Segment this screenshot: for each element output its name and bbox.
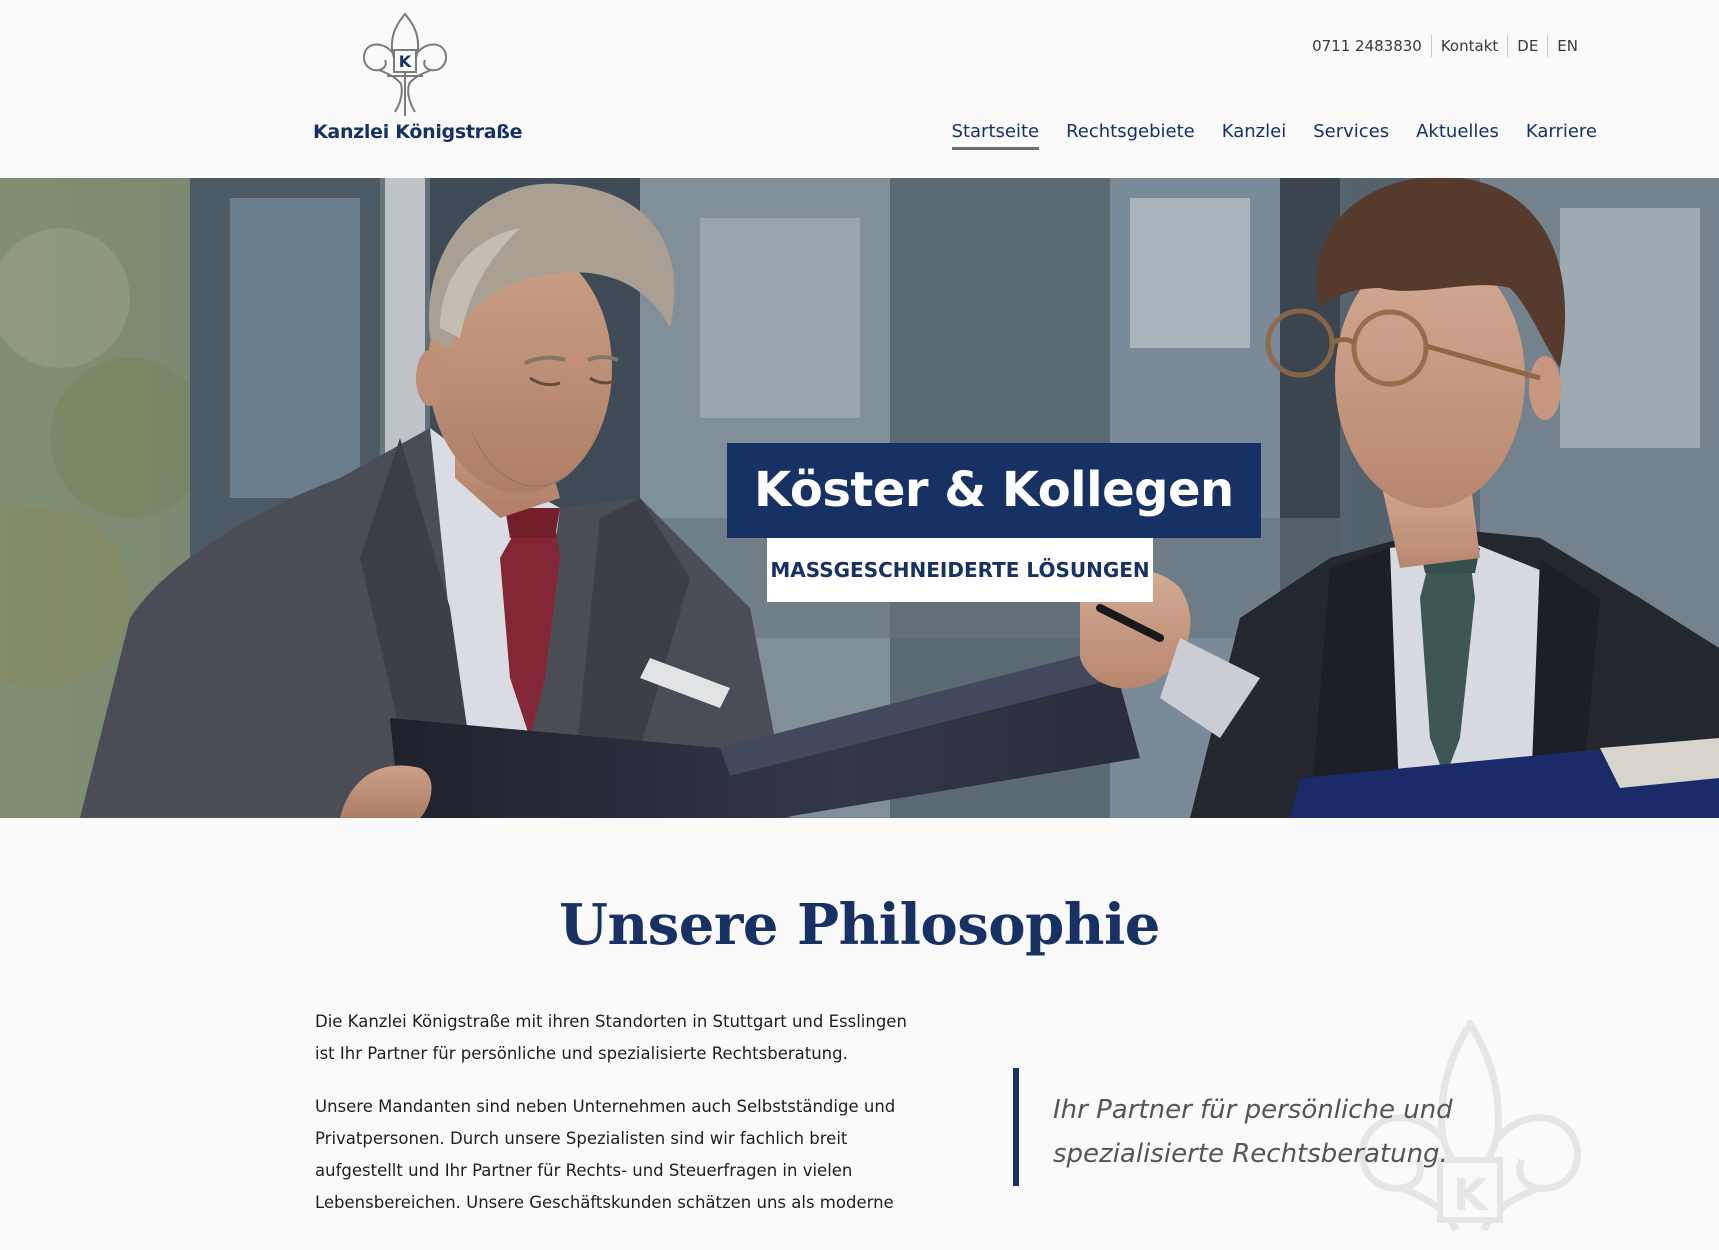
hero-section: Köster & Kollegen MASSGESCHNEIDERTE LÖSU… — [0, 178, 1719, 818]
hero-subtitle: MASSGESCHNEIDERTE LÖSUNGEN — [767, 538, 1153, 602]
nav-item-services[interactable]: Services — [1313, 120, 1389, 150]
nav-item-aktuelles[interactable]: Aktuelles — [1416, 120, 1499, 150]
svg-text:K: K — [399, 52, 412, 71]
nav-item-startseite[interactable]: Startseite — [951, 120, 1040, 150]
hero-title: Köster & Kollegen — [727, 443, 1261, 538]
fleur-de-lis-icon: K — [363, 12, 447, 116]
paragraph: Unsere Mandanten sind neben Unternehmen … — [315, 1097, 896, 1212]
nav-item-kanzlei[interactable]: Kanzlei — [1222, 120, 1286, 150]
contact-link[interactable]: Kontakt — [1430, 35, 1507, 57]
section-title: Unsere Philosophie — [559, 892, 1160, 958]
site-header: K Kanzlei Königstraße 0711 2483830 Konta… — [0, 0, 1719, 178]
phone-link[interactable]: 0711 2483830 — [1303, 35, 1431, 57]
philosophy-quote: Ihr Partner für persönliche und speziali… — [1013, 1068, 1483, 1186]
logo-wordmark: Kanzlei Königstraße — [313, 121, 523, 143]
site-logo[interactable]: K Kanzlei Königstraße — [308, 12, 522, 152]
philosophy-text: Die Kanzlei Königstraße mit ihren Stando… — [315, 1006, 910, 1240]
utility-nav: 0711 2483830 Kontakt DE EN — [1303, 34, 1587, 58]
language-en-link[interactable]: EN — [1547, 35, 1587, 57]
main-nav: Startseite Rechtsgebiete Kanzlei Service… — [925, 120, 1597, 150]
quote-text: Ihr Partner für persönliche und speziali… — [1053, 1095, 1453, 1169]
nav-item-karriere[interactable]: Karriere — [1526, 120, 1597, 150]
paragraph: Die Kanzlei Königstraße mit ihren Stando… — [315, 1012, 907, 1063]
language-de-link[interactable]: DE — [1507, 35, 1547, 57]
nav-item-rechtsgebiete[interactable]: Rechtsgebiete — [1066, 120, 1195, 150]
